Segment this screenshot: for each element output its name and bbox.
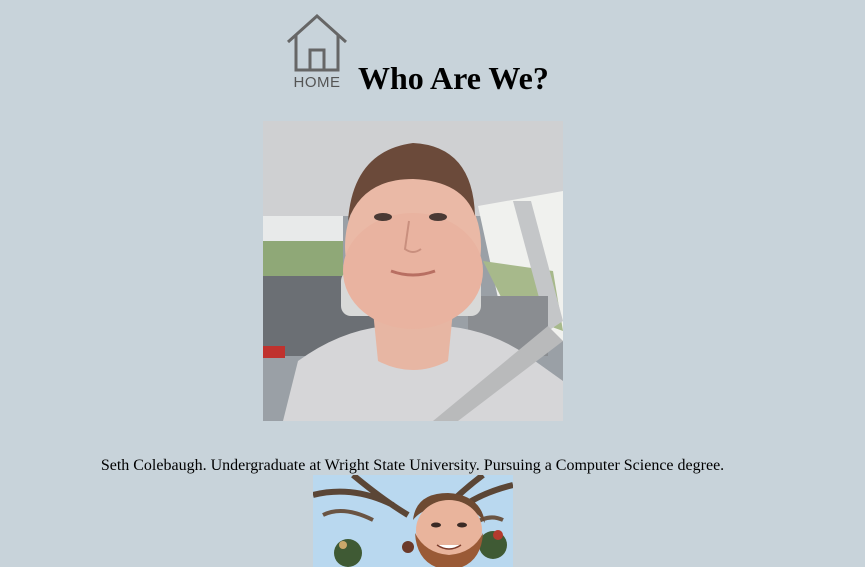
member-photo-seth <box>263 121 563 421</box>
member-photo-2 <box>313 475 513 567</box>
home-link[interactable]: HOME <box>286 14 348 92</box>
member-caption: Seth Colebaugh. Undergraduate at Wright … <box>100 457 725 474</box>
home-label: HOME <box>293 74 341 91</box>
house-icon <box>286 14 348 72</box>
page-title: Who Are We? <box>358 60 549 96</box>
page: HOME Who Are We? Seth Colebaugh. Undergr… <box>0 0 865 567</box>
